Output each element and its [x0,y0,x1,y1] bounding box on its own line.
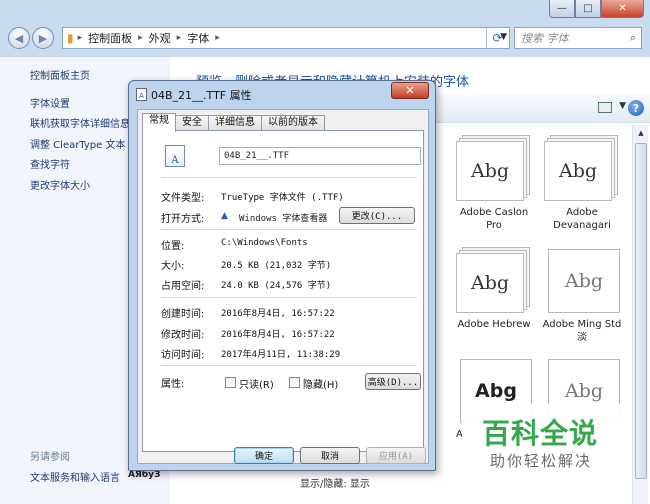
sidebar-link-find-char[interactable]: 查找字符 [30,156,70,171]
dialog-close-button[interactable]: ✕ [391,82,429,99]
tab-general[interactable]: 常规 [142,113,176,132]
file-icon: A [136,88,147,101]
divider [161,229,417,230]
readonly-checkbox[interactable] [225,377,236,388]
view-icon[interactable] [598,102,612,113]
size-value: 20.5 KB (21,032 字节) [221,261,332,271]
sidebar-link-font-settings[interactable]: 字体设置 [30,95,70,110]
sidebar-link-cleartype[interactable]: 调整 ClearType 文本 [30,136,125,151]
divider [161,365,417,366]
window-controls: — □ ✕ [549,0,644,18]
font-sample: Abg [544,141,612,201]
font-sample: Abg [548,249,620,313]
search-icon[interactable]: ⌕ [630,31,636,45]
font-file-icon: A [165,145,185,167]
chevron-right-icon: ▸ [176,33,182,43]
chevron-right-icon: ▸ [215,33,220,43]
modified-value: 2016年8月4日, 16:57:22 [221,330,335,340]
disk-size-label: 占用空间: [161,281,205,292]
font-tile[interactable]: Abg Adobe Devanagari [540,135,624,232]
accessed-label: 访问时间: [161,350,205,361]
address-row: ◀ ▶ ▮ ▸ 控制面板 ▸ 外观 ▸ 字体 ▸ ▼ ⟳ 搜索 字体 ⌕ [0,22,650,54]
size-label: 大小: [161,261,185,272]
help-icon[interactable]: ? [628,100,644,116]
tab-security[interactable]: 安全 [175,115,209,131]
refresh-icon[interactable]: ⟳ [486,28,508,48]
font-tile[interactable]: Abg Adobe Caslon Pro [452,135,536,232]
maximize-button[interactable]: □ [575,0,601,18]
dialog-title: 04B_21__.TTF 属性 [151,89,252,102]
see-also-heading: 另请参阅 [30,452,70,463]
chevron-down-icon[interactable]: ▼ [619,101,626,111]
minimize-button[interactable]: — [549,0,575,18]
modified-label: 修改时间: [161,330,205,341]
breadcrumb-item[interactable]: 外观 [149,30,171,46]
scroll-up-icon[interactable]: ▲ [633,125,649,141]
created-value: 2016年8月4日, 16:57:22 [221,309,335,319]
font-preview: Abg [456,247,532,313]
scroll-thumb[interactable] [635,143,647,479]
location-label: 位置: [161,241,185,252]
font-sample-fragment: AЯбуЗ [128,470,161,480]
divider [161,177,417,178]
general-panel: A 04B_21__.TTF 文件类型: TrueType 字体文件 (.TTF… [142,130,424,452]
scrollbar[interactable]: ▲ [632,125,648,504]
sidebar-link-text-services[interactable]: 文本服务和输入语言 [30,469,120,484]
apply-button[interactable]: 应用(A) [366,447,426,464]
watermark-title: 百科全说 [482,417,599,450]
hidden-label[interactable]: 隐藏(H) [303,376,338,391]
font-preview: Abg [544,135,620,201]
font-tile[interactable]: Abg Adobe Ming Std 淡 [540,247,624,344]
font-viewer-icon: ▲ [221,211,228,221]
control-panel-home-link[interactable]: 控制面板主页 [30,67,90,82]
font-name: Adobe Hebrew [457,319,531,330]
change-button[interactable]: 更改(C)... [339,207,415,224]
breadcrumb-item[interactable]: 字体 [187,30,209,46]
search-input[interactable]: 搜索 字体 ⌕ [514,27,642,49]
font-preview: Abg [456,135,532,201]
chevron-right-icon: ▸ [138,33,143,43]
font-name: Adobe Caslon Pro [459,207,529,231]
filename-field[interactable]: 04B_21__.TTF [219,147,421,165]
sidebar-link-font-size[interactable]: 更改字体大小 [30,177,90,192]
close-button[interactable]: ✕ [601,0,644,18]
hidden-checkbox[interactable] [289,377,300,388]
advanced-button[interactable]: 高级(D)... [365,373,421,390]
accessed-value: 2017年4月11日, 11:38:29 [221,350,341,360]
readonly-label[interactable]: 只读(R) [239,376,274,391]
address-bar[interactable]: ▮ ▸ 控制面板 ▸ 外观 ▸ 字体 ▸ ▼ [62,27,510,49]
divider [161,297,417,298]
tab-details[interactable]: 详细信息 [208,115,262,131]
properties-dialog: A 04B_21__.TTF 属性 ✕ 常规 安全 详细信息 以前的版本 A 0… [128,80,436,471]
font-sample: Abg [456,253,524,313]
tab-strip: 常规 安全 详细信息 以前的版本 [142,113,325,132]
file-type-value: TrueType 字体文件 (.TTF) [221,193,344,203]
status-text: 显示/隐藏: 显示 [300,479,370,490]
watermark: 百科全说 助你轻松解决 [462,404,624,482]
ok-button[interactable]: 确定 [234,447,294,464]
open-with-value: Windows 字体查看器 [239,214,328,224]
disk-size-value: 24.0 KB (24,576 字节) [221,281,332,291]
dialog-body: 常规 安全 详细信息 以前的版本 A 04B_21__.TTF 文件类型: Tr… [137,109,429,464]
back-icon[interactable]: ◀ [8,27,30,49]
attributes-label: 属性: [161,379,185,390]
breadcrumb-item[interactable]: 控制面板 [88,30,132,46]
chevron-right-icon: ▸ [77,33,83,43]
cancel-button[interactable]: 取消 [300,447,360,464]
font-name: Adobe Ming Std 淡 [542,319,622,343]
open-with-label: 打开方式: [161,214,205,225]
font-tile[interactable]: Abg Adobe Hebrew [452,247,536,331]
created-label: 创建时间: [161,309,205,320]
folder-icon: ▮ [67,31,74,45]
sidebar-link-online-info[interactable]: 联机获取字体详细信息 [30,115,130,130]
search-placeholder: 搜索 字体 [521,32,569,45]
location-value: C:\Windows\Fonts [221,238,308,248]
font-preview: Abg [544,247,620,313]
file-type-label: 文件类型: [161,193,205,204]
watermark-subtitle: 助你轻松解决 [490,452,593,470]
forward-icon[interactable]: ▶ [32,27,54,49]
font-sample: Abg [456,141,524,201]
font-name: Adobe Devanagari [553,207,611,231]
tab-previous-versions[interactable]: 以前的版本 [261,115,325,131]
